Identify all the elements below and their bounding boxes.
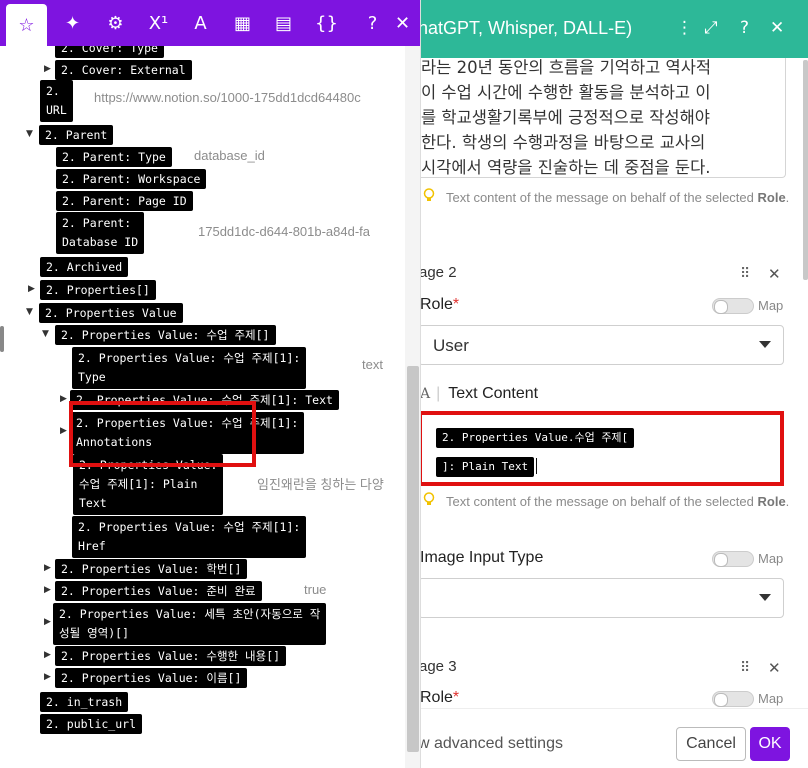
expand-triangle-icon[interactable]: ▶ <box>60 426 67 436</box>
message-3-role-label: Role* <box>420 689 460 706</box>
edge-handle <box>0 326 4 352</box>
expand-triangle-icon[interactable]: ▶ <box>44 617 51 627</box>
close-icon[interactable]: ✕ <box>382 0 420 46</box>
expand-triangle-icon[interactable]: ▶ <box>44 672 51 682</box>
text-caret <box>536 457 538 474</box>
role-select[interactable]: User <box>418 325 784 365</box>
text-content-label: A | Text Content <box>420 385 539 402</box>
expand-triangle-icon[interactable]: ▶ <box>60 394 67 404</box>
drag-handle-icon[interactable]: ⠿ <box>740 660 750 676</box>
tree-scrollbar-thumb[interactable] <box>407 366 419 752</box>
math-functions-icon[interactable]: X¹ <box>138 0 179 46</box>
role-map-toggle[interactable] <box>712 298 754 314</box>
tree-item[interactable]: ▶ 2. Properties Value: 준비 완료 true <box>44 580 326 601</box>
tree-item[interactable]: 2. Properties Value: 수업 주제[1]: Type text <box>72 347 383 389</box>
tree-item[interactable]: 2. Parent: Workspace <box>56 168 207 189</box>
message-3-role-map-label: Map <box>758 691 784 706</box>
image-input-map-toggle[interactable] <box>712 551 754 567</box>
mapped-variable-pill-continuation[interactable]: ]: Plain Text <box>436 457 535 477</box>
tree-item[interactable]: ▶ 2. Properties Value: 이름[] <box>44 667 248 688</box>
message-1-help: Text content of the message on behalf of… <box>446 190 790 205</box>
remove-message-3-icon[interactable]: ✕ <box>768 659 781 677</box>
role-label: Role* <box>420 296 460 313</box>
tree-item[interactable]: ▼ 2. Properties Value: 수업 주제[] <box>42 324 276 345</box>
braces-icon[interactable]: {} <box>306 0 347 46</box>
module-title: hatGPT, Whisper, DALL-E) <box>418 18 633 38</box>
tree-item[interactable]: ▼ 2. Properties Value <box>26 302 183 323</box>
expand-triangle-icon[interactable]: ▶ <box>44 650 51 660</box>
close-icon[interactable]: ✕ <box>770 17 784 39</box>
tree-item[interactable]: 2. Parent: Type database_id <box>56 146 265 167</box>
tree-item[interactable]: ▼ 2. Parent <box>26 124 114 145</box>
module-scrollbar[interactable] <box>803 60 808 280</box>
favorites-star-icon[interactable]: ☆ <box>6 4 47 46</box>
tree-item[interactable]: 2. public_url <box>40 713 143 734</box>
calendar-icon[interactable]: ▦ <box>222 0 263 46</box>
collapse-triangle-icon[interactable]: ▼ <box>26 129 33 139</box>
show-advanced-settings-link[interactable]: w advanced settings <box>418 735 563 753</box>
tree-item[interactable]: 2. URL https://www.notion.so/1000-175dd1… <box>40 80 361 122</box>
module-body: 라는 20년 동안의 흐름을 기억하고 역사적 이 수업 시간에 수행한 활동을… <box>404 58 808 708</box>
tree-item[interactable]: ▶ 2. Properties[] <box>28 279 156 300</box>
text-content-input[interactable]: 2. Properties Value.수업 주제[ ]: Plain Text <box>418 411 784 486</box>
mapping-toolbar: ☆ ✦ ⚙ X¹ A ▦ ▤ {} ? ✕ <box>0 0 420 46</box>
tree-item[interactable]: 2. Parent: Page ID <box>56 190 193 211</box>
tree-item[interactable]: ▶ 2. Properties Value: 세특 초안(자동으로 작 성될 영… <box>44 603 327 645</box>
collapse-triangle-icon[interactable]: ▼ <box>26 307 33 317</box>
text-content-help: Text content of the message on behalf of… <box>446 494 790 509</box>
expand-triangle-icon[interactable]: ▶ <box>44 585 51 595</box>
image-input-map-label: Map <box>758 551 784 566</box>
tree-item[interactable]: 2. Parent: Database ID 175dd1dc-d644-801… <box>56 212 370 254</box>
mapped-variable-pill[interactable]: 2. Properties Value.수업 주제[ <box>436 428 635 448</box>
module-header: hatGPT, Whisper, DALL-E) ⋮ ⤢ ? ✕ <box>404 0 808 58</box>
expand-triangle-icon[interactable]: ▶ <box>44 64 51 74</box>
chevron-down-icon <box>759 341 771 348</box>
expand-icon[interactable]: ⤢ <box>704 17 718 39</box>
expand-triangle-icon[interactable]: ▶ <box>28 284 35 294</box>
drag-handle-icon[interactable]: ⠿ <box>740 266 750 282</box>
image-input-type-select[interactable] <box>418 578 784 618</box>
image-input-type-label: Image Input Type <box>420 549 544 566</box>
tree-item[interactable]: 2. Properties Value: 수업 주제[1]: Href <box>72 516 307 558</box>
message-1-text: 라는 20년 동안의 흐름을 기억하고 역사적 이 수업 시간에 수행한 활동을… <box>421 58 712 177</box>
tree-item[interactable]: ▶ 2. Properties Value: 학번[] <box>44 558 248 579</box>
ok-button[interactable]: OK <box>750 727 790 761</box>
chevron-down-icon <box>759 594 771 601</box>
array-table-icon[interactable]: ▤ <box>263 0 304 46</box>
lightbulb-icon <box>423 188 435 201</box>
text-type-icon: A <box>420 386 431 402</box>
remove-message-2-icon[interactable]: ✕ <box>768 265 781 283</box>
help-icon[interactable]: ? <box>740 17 749 39</box>
tree-item[interactable]: 2. Archived <box>40 256 129 277</box>
message-3-role-map-toggle[interactable] <box>712 691 754 707</box>
tree-item[interactable]: ▶ 2. Properties Value: 수행한 내용[] <box>44 645 287 666</box>
collapse-triangle-icon[interactable]: ▼ <box>42 329 49 339</box>
message-1-text-field[interactable]: 라는 20년 동안의 흐름을 기억하고 역사적 이 수업 시간에 수행한 활동을… <box>406 58 786 178</box>
cancel-button[interactable]: Cancel <box>676 727 746 761</box>
tree-item[interactable]: ▶ 2. Cover: External <box>44 59 192 80</box>
module-settings-panel: hatGPT, Whisper, DALL-E) ⋮ ⤢ ? ✕ 라는 20년 … <box>404 0 808 768</box>
module-footer: w advanced settings Cancel OK <box>404 708 808 768</box>
role-map-label: Map <box>758 298 784 313</box>
expand-triangle-icon[interactable]: ▶ <box>44 563 51 573</box>
tree-item[interactable]: 2. in_trash <box>40 691 129 712</box>
lightbulb-icon <box>423 492 435 505</box>
tree-item[interactable]: 2. Cover: Type <box>55 46 164 58</box>
mapping-panel: ☆ ✦ ⚙ X¹ A ▦ ▤ {} ? ✕ 2. Cover: Type ▶ 2… <box>0 0 421 768</box>
ai-sparkle-icon[interactable]: ✦ <box>52 0 93 46</box>
text-functions-icon[interactable]: A <box>180 0 221 46</box>
gear-icon[interactable]: ⚙ <box>95 0 136 46</box>
role-select-value: User <box>433 336 469 355</box>
more-icon[interactable]: ⋮ <box>676 17 693 39</box>
highlight-annotation <box>69 401 256 467</box>
